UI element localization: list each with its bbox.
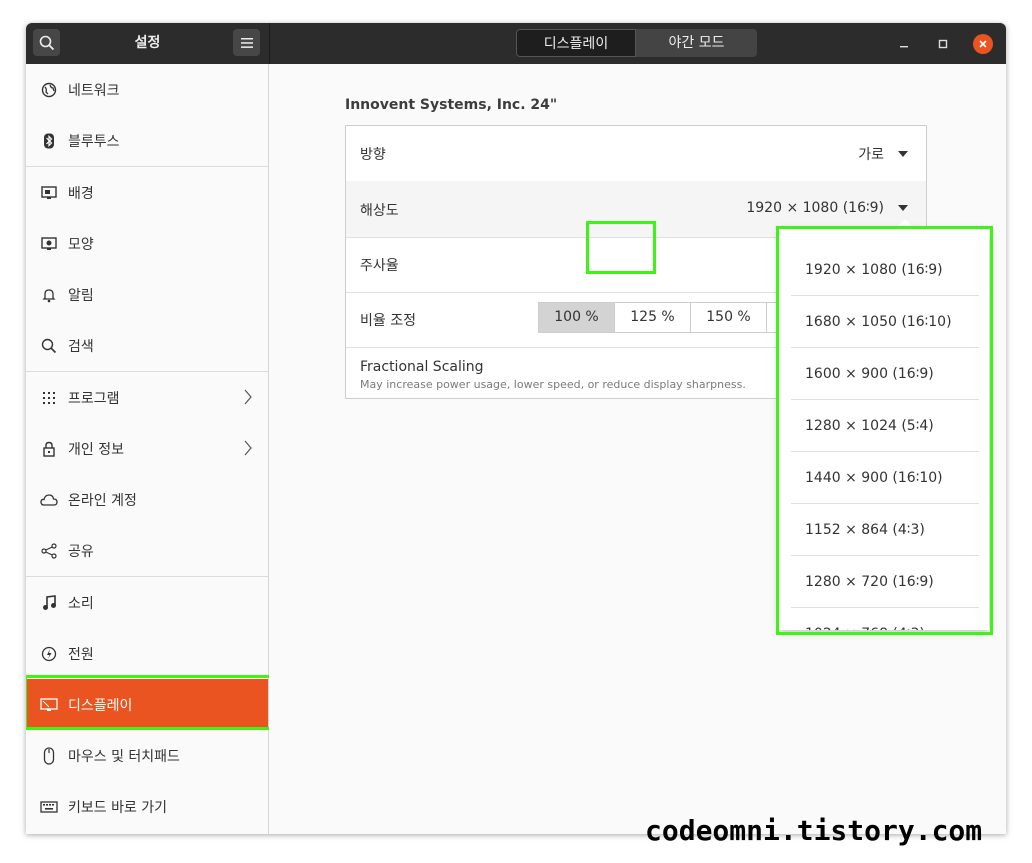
search-icon [39,336,59,356]
orientation-label: 방향 [360,147,386,163]
sidebar-item-label: 네트워크 [68,82,120,99]
close-button[interactable] [969,23,997,64]
sidebar-item-online-accounts[interactable]: 온라인 계정 [26,474,268,525]
sidebar-item-mouse-touchpad[interactable]: 마우스 및 터치패드 [26,730,268,781]
mouse-icon [39,746,59,766]
menu-button[interactable] [233,29,260,56]
close-icon [979,39,987,48]
hamburger-icon [240,37,253,48]
maximize-button[interactable] [929,23,957,64]
orientation-row[interactable]: 방향 가로 [346,126,926,182]
sidebar: 네트워크 블루투스 배경 모양 알림 검색 프로그램 개인 정보 온라인 계정 … [26,64,272,834]
sidebar-item-label: 블루투스 [68,133,120,150]
highlight-box [776,226,993,635]
power-icon [39,644,59,664]
watermark: codeomni.tistory.com [645,814,983,847]
tab-display[interactable]: 디스플레이 [516,29,636,57]
resolution-dropdown[interactable]: 1920 × 1080 (16∶9) [746,200,908,216]
music-note-icon [39,593,59,613]
sidebar-item-applications[interactable]: 프로그램 [26,372,268,423]
minimize-button[interactable] [890,23,918,64]
globe-icon [39,80,59,100]
sidebar-item-label: 검색 [68,338,94,355]
fractional-scaling-subtitle: May increase power usage, lower speed, o… [360,378,746,391]
sidebar-item-search[interactable]: 검색 [26,320,268,371]
sidebar-item-label: 배경 [68,185,94,202]
tab-night-light[interactable]: 야간 모드 [636,29,757,57]
scale-label: 비율 조정 [360,313,416,329]
highlight-box [26,675,272,730]
maximize-icon [938,39,948,48]
sidebar-item-bluetooth[interactable]: 블루투스 [26,115,268,166]
sidebar-item-label: 모양 [68,236,94,253]
sidebar-item-label: 프로그램 [68,390,120,407]
keyboard-icon [39,797,59,817]
sidebar-item-label: 개인 정보 [68,441,124,458]
sidebar-item-label: 온라인 계정 [68,492,137,509]
cloud-icon [39,490,59,510]
sidebar-header: 설정 [26,23,270,64]
sidebar-item-label: 알림 [68,287,94,304]
resolution-value: 1920 × 1080 (16∶9) [746,200,884,216]
fractional-scaling-title: Fractional Scaling [360,359,484,375]
sidebar-item-keyboard-shortcuts[interactable]: 키보드 바로 가기 [26,781,268,832]
scale-option-150[interactable]: 150 % [690,302,767,333]
refresh-rate-label: 주사율 [360,258,399,274]
sidebar-item-sound[interactable]: 소리 [26,577,268,628]
sidebar-item-label: 소리 [68,595,94,612]
sidebar-item-privacy[interactable]: 개인 정보 [26,423,268,474]
share-icon [39,541,59,561]
dropdown-arrow-icon [898,151,908,157]
bell-icon [39,285,59,305]
appearance-icon [39,234,59,254]
chevron-right-icon [244,389,252,405]
orientation-dropdown[interactable]: 가로 [858,144,908,164]
sidebar-item-label: 공유 [68,543,94,560]
lock-icon [39,439,59,459]
background-icon [39,183,59,203]
highlight-box [586,221,656,274]
orientation-value: 가로 [858,147,884,163]
header-bar: 설정 디스플레이 야간 모드 [26,23,1006,64]
sidebar-item-appearance[interactable]: 모양 [26,218,268,269]
sidebar-item-network[interactable]: 네트워크 [26,64,268,115]
resolution-label: 해상도 [360,203,399,219]
bluetooth-icon [39,131,59,151]
view-switcher: 디스플레이 야간 모드 [516,29,757,57]
minimize-icon [900,45,908,47]
scale-option-100[interactable]: 100 % [538,302,615,333]
sidebar-item-notifications[interactable]: 알림 [26,269,268,320]
sidebar-item-label: 마우스 및 터치패드 [68,748,180,765]
sidebar-item-sharing[interactable]: 공유 [26,525,268,576]
scale-option-125[interactable]: 125 % [614,302,691,333]
sidebar-item-background[interactable]: 배경 [26,167,268,218]
sidebar-item-power[interactable]: 전원 [26,628,268,679]
dropdown-arrow-icon [898,205,908,211]
chevron-right-icon [244,440,252,456]
monitor-name: Innovent Systems, Inc. 24" [345,97,558,113]
sidebar-item-label: 키보드 바로 가기 [68,799,168,816]
apps-grid-icon [39,388,59,408]
sidebar-item-label: 전원 [68,646,94,663]
